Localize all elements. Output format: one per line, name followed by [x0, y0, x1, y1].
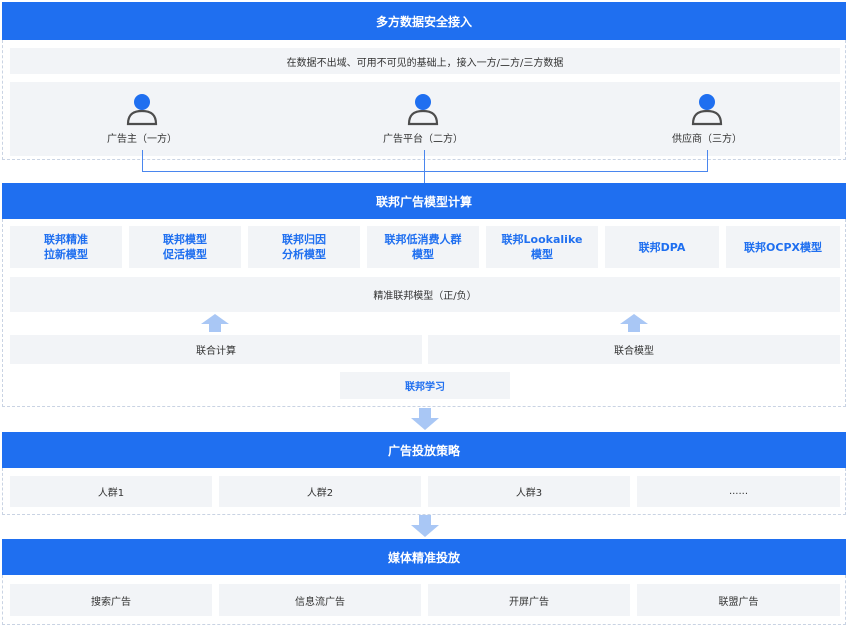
federated-learning-box: 联邦学习 [340, 372, 510, 399]
up-arrow-icon [201, 314, 229, 332]
audience-group: 人群1 [10, 476, 212, 507]
party-supplier: 供应商（三方） [657, 92, 757, 145]
media-channel: 联盟广告 [637, 584, 840, 616]
model-card: 联邦DPA [605, 226, 719, 268]
media-channel: 开屏广告 [428, 584, 630, 616]
section-federated-title: 联邦广告模型计算 [2, 183, 846, 219]
audience-group: 人群3 [428, 476, 630, 507]
connector-line-center [424, 150, 425, 183]
media-channel: 信息流广告 [219, 584, 421, 616]
precision-model-bar: 精准联邦模型（正/负） [10, 277, 840, 312]
connector-line-horizontal [142, 171, 708, 172]
audience-group: 人群2 [219, 476, 421, 507]
model-card: 联邦OCPX模型 [726, 226, 840, 268]
up-arrow-icon [620, 314, 648, 332]
down-arrow-icon [411, 408, 439, 430]
down-arrow-icon [411, 515, 439, 537]
party-advertiser: 广告主（一方） [97, 92, 187, 145]
model-card: 联邦归因 分析模型 [248, 226, 360, 268]
party-label: 供应商（三方） [672, 134, 742, 145]
section-media-title: 媒体精准投放 [2, 539, 846, 575]
party-label: 广告平台（二方） [383, 134, 463, 145]
user-icon [691, 94, 723, 126]
connector-line-right [707, 150, 708, 171]
access-subtitle: 在数据不出域、可用不可见的基础上，接入一方/二方/三方数据 [10, 48, 840, 74]
audience-group: ...... [637, 476, 840, 507]
joint-model-box: 联合模型 [428, 335, 840, 364]
section-strategy-title: 广告投放策略 [2, 432, 846, 468]
party-platform: 广告平台（二方） [373, 92, 473, 145]
joint-compute-box: 联合计算 [10, 335, 422, 364]
party-label: 广告主（一方） [107, 134, 177, 145]
model-card: 联邦模型 促活模型 [129, 226, 241, 268]
user-icon [126, 94, 158, 126]
model-card: 联邦精准 拉新模型 [10, 226, 122, 268]
media-channel: 搜索广告 [10, 584, 212, 616]
connector-line-left [142, 150, 143, 171]
model-card: 联邦低消费人群 模型 [367, 226, 479, 268]
section-access-title: 多方数据安全接入 [2, 2, 846, 40]
user-icon [407, 94, 439, 126]
model-card: 联邦Lookalike 模型 [486, 226, 598, 268]
